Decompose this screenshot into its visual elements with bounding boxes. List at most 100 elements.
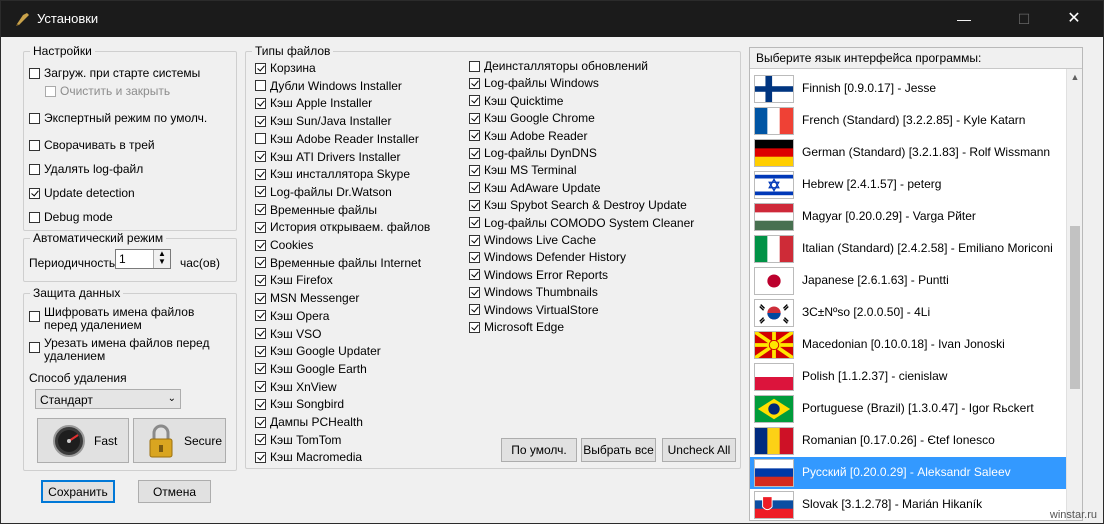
filetype-checkbox[interactable]: Корзина <box>255 61 316 75</box>
language-item[interactable]: Macedonian [0.10.0.18] - Ivan Jonoski <box>750 329 1066 361</box>
filetype-checkbox[interactable]: Кэш Google Updater <box>255 344 381 358</box>
delete-method-select[interactable]: Стандарт ⌄ <box>35 389 181 409</box>
filetype-checkbox[interactable]: Cookies <box>255 238 313 252</box>
language-item[interactable]: Slovak [3.1.2.78] - Marián Hikaník <box>750 489 1066 520</box>
cancel-button[interactable]: Отмена <box>138 480 211 503</box>
filetype-checkbox[interactable]: Microsoft Edge <box>469 320 564 334</box>
filetype-checkbox[interactable]: Кэш AdAware Update <box>469 181 601 195</box>
data-protection-legend: Защита данных <box>30 286 124 300</box>
filetype-checkbox[interactable]: Кэш Spybot Search & Destroy Update <box>469 198 687 212</box>
checkbox-box <box>29 139 40 151</box>
filetype-checkbox[interactable]: Log-файлы Windows <box>469 76 599 90</box>
filetype-checkbox[interactable]: Кэш Google Chrome <box>469 111 595 125</box>
filetype-checkbox[interactable]: Кэш инсталлятора Skype <box>255 167 410 181</box>
language-item[interactable]: Hebrew [2.4.1.57] - peterg <box>750 169 1066 201</box>
language-item[interactable]: Finnish [0.9.0.17] - Jesse <box>750 73 1066 105</box>
language-panel: Выберите язык интерфейса программы: Finn… <box>749 47 1083 521</box>
minimize-button[interactable]: — <box>941 1 987 37</box>
filetype-checkbox[interactable]: Log-файлы Dr.Watson <box>255 185 392 199</box>
maximize-button[interactable]: ☐ <box>1001 1 1047 37</box>
language-item[interactable]: Romanian [0.17.0.26] - Єtef Ionesco <box>750 425 1066 457</box>
filetype-checkbox[interactable]: Кэш Apple Installer <box>255 96 372 110</box>
settings-checkbox-0[interactable]: Загруж. при старте системы <box>29 66 200 80</box>
language-label: Polish [1.1.2.37] - cienislaw <box>802 369 948 383</box>
filetype-checkbox[interactable]: Log-файлы COMODO System Cleaner <box>469 216 694 230</box>
filetype-checkbox[interactable]: Кэш Sun/Java Installer <box>255 114 391 128</box>
encrypt-names-checkbox[interactable]: Шифровать имена файлов перед удалением <box>29 306 224 332</box>
filetype-checkbox[interactable]: Кэш MS Terminal <box>469 163 577 177</box>
filetype-checkbox[interactable]: Кэш Adobe Reader Installer <box>255 132 419 146</box>
filetype-checkbox[interactable]: MSN Messenger <box>255 291 359 305</box>
broom-icon <box>16 13 29 26</box>
trim-names-checkbox[interactable]: Урезать имена файлов перед удалением <box>29 337 224 363</box>
filetype-checkbox[interactable]: Кэш Adobe Reader <box>469 129 587 143</box>
checkbox-label: Log-файлы Windows <box>484 76 599 91</box>
uncheck-all-button[interactable]: Uncheck All <box>662 438 736 462</box>
filetype-checkbox[interactable]: Кэш Songbird <box>255 397 344 411</box>
filetype-checkbox[interactable]: Дубли Windows Installer <box>255 79 402 93</box>
default-button[interactable]: По умолч. <box>501 438 577 462</box>
filetype-checkbox[interactable]: Windows Live Cache <box>469 233 596 247</box>
checkbox-box <box>469 60 480 72</box>
scroll-up-icon[interactable]: ▲ <box>1067 69 1082 85</box>
settings-checkbox-4[interactable]: Удалять log-файл <box>29 162 143 176</box>
language-item[interactable]: Polish [1.1.2.37] - cienislaw <box>750 361 1066 393</box>
settings-checkbox-3[interactable]: Сворачивать в трей <box>29 138 155 152</box>
checkbox-box <box>29 112 40 124</box>
filetype-checkbox[interactable]: Windows Error Reports <box>469 268 608 282</box>
settings-checkbox-2[interactable]: Экспертный режим по умолч. <box>29 111 207 125</box>
select-all-button[interactable]: Выбрать все <box>581 438 656 462</box>
filetype-checkbox[interactable]: Кэш VSO <box>255 327 321 341</box>
language-item[interactable]: French (Standard) [3.2.2.85] - Kyle Kata… <box>750 105 1066 137</box>
checkbox-box <box>255 204 266 216</box>
checkbox-label: Кэш TomTom <box>270 432 342 447</box>
filetype-checkbox[interactable]: Windows Defender History <box>469 250 626 264</box>
settings-checkbox-6[interactable]: Debug mode <box>29 210 113 224</box>
chevron-down-icon: ⌄ <box>167 393 176 404</box>
filetype-checkbox[interactable]: Кэш Quicktime <box>469 94 563 108</box>
filetype-checkbox[interactable]: История открываем. файлов <box>255 220 430 234</box>
language-item[interactable]: Italian (Standard) [2.4.2.58] - Emiliano… <box>750 233 1066 265</box>
settings-checkbox-5[interactable]: Update detection <box>29 186 135 200</box>
language-item[interactable]: ЗС±Nºso [2.0.0.50] - 4Li <box>750 297 1066 329</box>
fast-button[interactable]: Fast <box>37 418 129 463</box>
filetype-checkbox[interactable]: Windows VirtualStore <box>469 303 599 317</box>
filetype-checkbox[interactable]: Кэш TomTom <box>255 433 341 447</box>
filetype-checkbox[interactable]: Кэш Firefox <box>255 273 333 287</box>
filetype-checkbox[interactable]: Кэш Google Earth <box>255 362 367 376</box>
close-button[interactable]: ✕ <box>1051 1 1097 37</box>
period-spinner[interactable]: 1 ▲ ▼ <box>115 249 171 269</box>
filetype-checkbox[interactable]: Деинсталляторы обновлений <box>469 59 648 73</box>
checkbox-label: Загруж. при старте системы <box>44 66 201 80</box>
filetype-checkbox[interactable]: Кэш XnView <box>255 380 337 394</box>
watermark: winstar.ru <box>1049 509 1097 521</box>
secure-button[interactable]: Secure <box>133 418 226 463</box>
title-bar[interactable]: Установки — ☐ ✕ <box>1 1 1103 37</box>
filetype-checkbox[interactable]: Log-файлы DynDNS <box>469 146 597 160</box>
checkbox-label: Дампы PCHealth <box>270 415 363 429</box>
filetype-checkbox[interactable]: Временные файлы Internet <box>255 256 421 270</box>
language-list[interactable]: Finnish [0.9.0.17] - Jesse French (Standa… <box>750 69 1066 520</box>
scroll-thumb[interactable] <box>1070 226 1080 389</box>
period-value: 1 <box>119 252 126 266</box>
language-scrollbar[interactable]: ▲ <box>1066 69 1082 520</box>
filetype-checkbox[interactable]: Временные файлы <box>255 203 377 217</box>
spinner-arrows-icon[interactable]: ▲ ▼ <box>153 250 170 268</box>
language-item[interactable]: Magyar [0.20.0.29] - Varga Pйter <box>750 201 1066 233</box>
save-button[interactable]: Сохранить <box>41 480 115 503</box>
language-item[interactable]: German (Standard) [3.2.1.83] - Rolf Wiss… <box>750 137 1066 169</box>
language-item[interactable]: Japanese [2.6.1.63] - Puntti <box>750 265 1066 297</box>
filetype-checkbox[interactable]: Windows Thumbnails <box>469 285 598 299</box>
settings-checkbox-1[interactable]: Очистить и закрыть <box>45 84 170 98</box>
filetype-checkbox[interactable]: Кэш Opera <box>255 309 329 323</box>
filetype-checkbox[interactable]: Кэш Macromedia <box>255 450 362 464</box>
language-item[interactable]: Русский [0.20.0.29] - Aleksandr Saleev <box>750 457 1066 489</box>
checkbox-label: Кэш Spybot Search & Destroy Update <box>484 198 687 213</box>
filetype-checkbox[interactable]: Кэш ATI Drivers Installer <box>255 150 401 164</box>
filetype-checkbox[interactable]: Дампы PCHealth <box>255 415 363 429</box>
checkbox-label: Кэш AdAware Update <box>484 180 601 195</box>
language-item[interactable]: Portuguese (Brazil) [1.3.0.47] - Igor Rь… <box>750 393 1066 425</box>
israel-flag-icon <box>754 171 794 199</box>
language-label: Magyar [0.20.0.29] - Varga Pйter <box>802 209 976 223</box>
delete-method-label: Способ удаления <box>29 371 127 385</box>
